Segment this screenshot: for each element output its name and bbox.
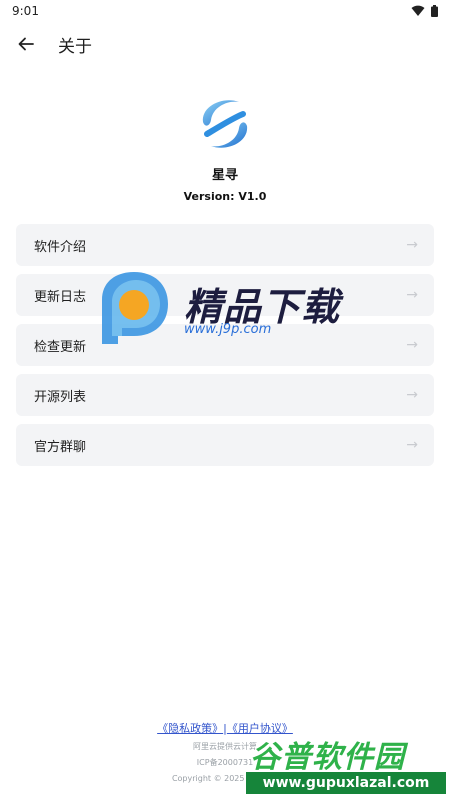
status-bar: 9:01 [0,0,450,22]
app-bar: 关于 [0,22,450,66]
watermark-j9p: 精品下载 www.j9p.com [96,270,366,350]
app-version: Version: V1.0 [183,190,267,203]
menu-item-open-source[interactable]: 开源列表 → [16,374,434,416]
arrow-right-icon: → [406,237,418,253]
page-title: 关于 [58,36,92,57]
menu-item-label: 检查更新 [34,339,87,355]
arrow-right-icon: → [406,437,418,453]
privacy-policy-link[interactable]: 《隐私政策》 [157,722,223,735]
arrow-right-icon: → [406,287,418,303]
watermark-gupu: 谷普软件园 www.gupuxlazal.com [246,732,446,796]
watermark-url: www.j9p.com [184,322,272,337]
menu-item-label: 更新日志 [34,289,87,305]
back-button[interactable] [6,24,46,64]
menu-item-label: 官方群聊 [34,439,87,455]
arrow-left-icon [18,37,34,51]
status-icons [411,5,438,17]
menu-item-label: 开源列表 [34,389,87,405]
menu-item-label: 软件介绍 [34,239,87,255]
watermark-url: www.gupuxlazal.com [246,772,446,794]
menu-item-group-chat[interactable]: 官方群聊 → [16,424,434,466]
app-name: 星寻 [211,168,238,183]
arrow-right-icon: → [406,337,418,353]
watermark-title: 谷普软件园 [250,740,405,775]
menu-item-intro[interactable]: 软件介绍 → [16,224,434,266]
app-logo [193,92,257,156]
battery-icon [431,5,438,17]
j9p-logo-icon [96,270,172,346]
status-time: 9:01 [12,4,39,18]
wifi-icon [411,5,425,17]
arrow-right-icon: → [406,387,418,403]
